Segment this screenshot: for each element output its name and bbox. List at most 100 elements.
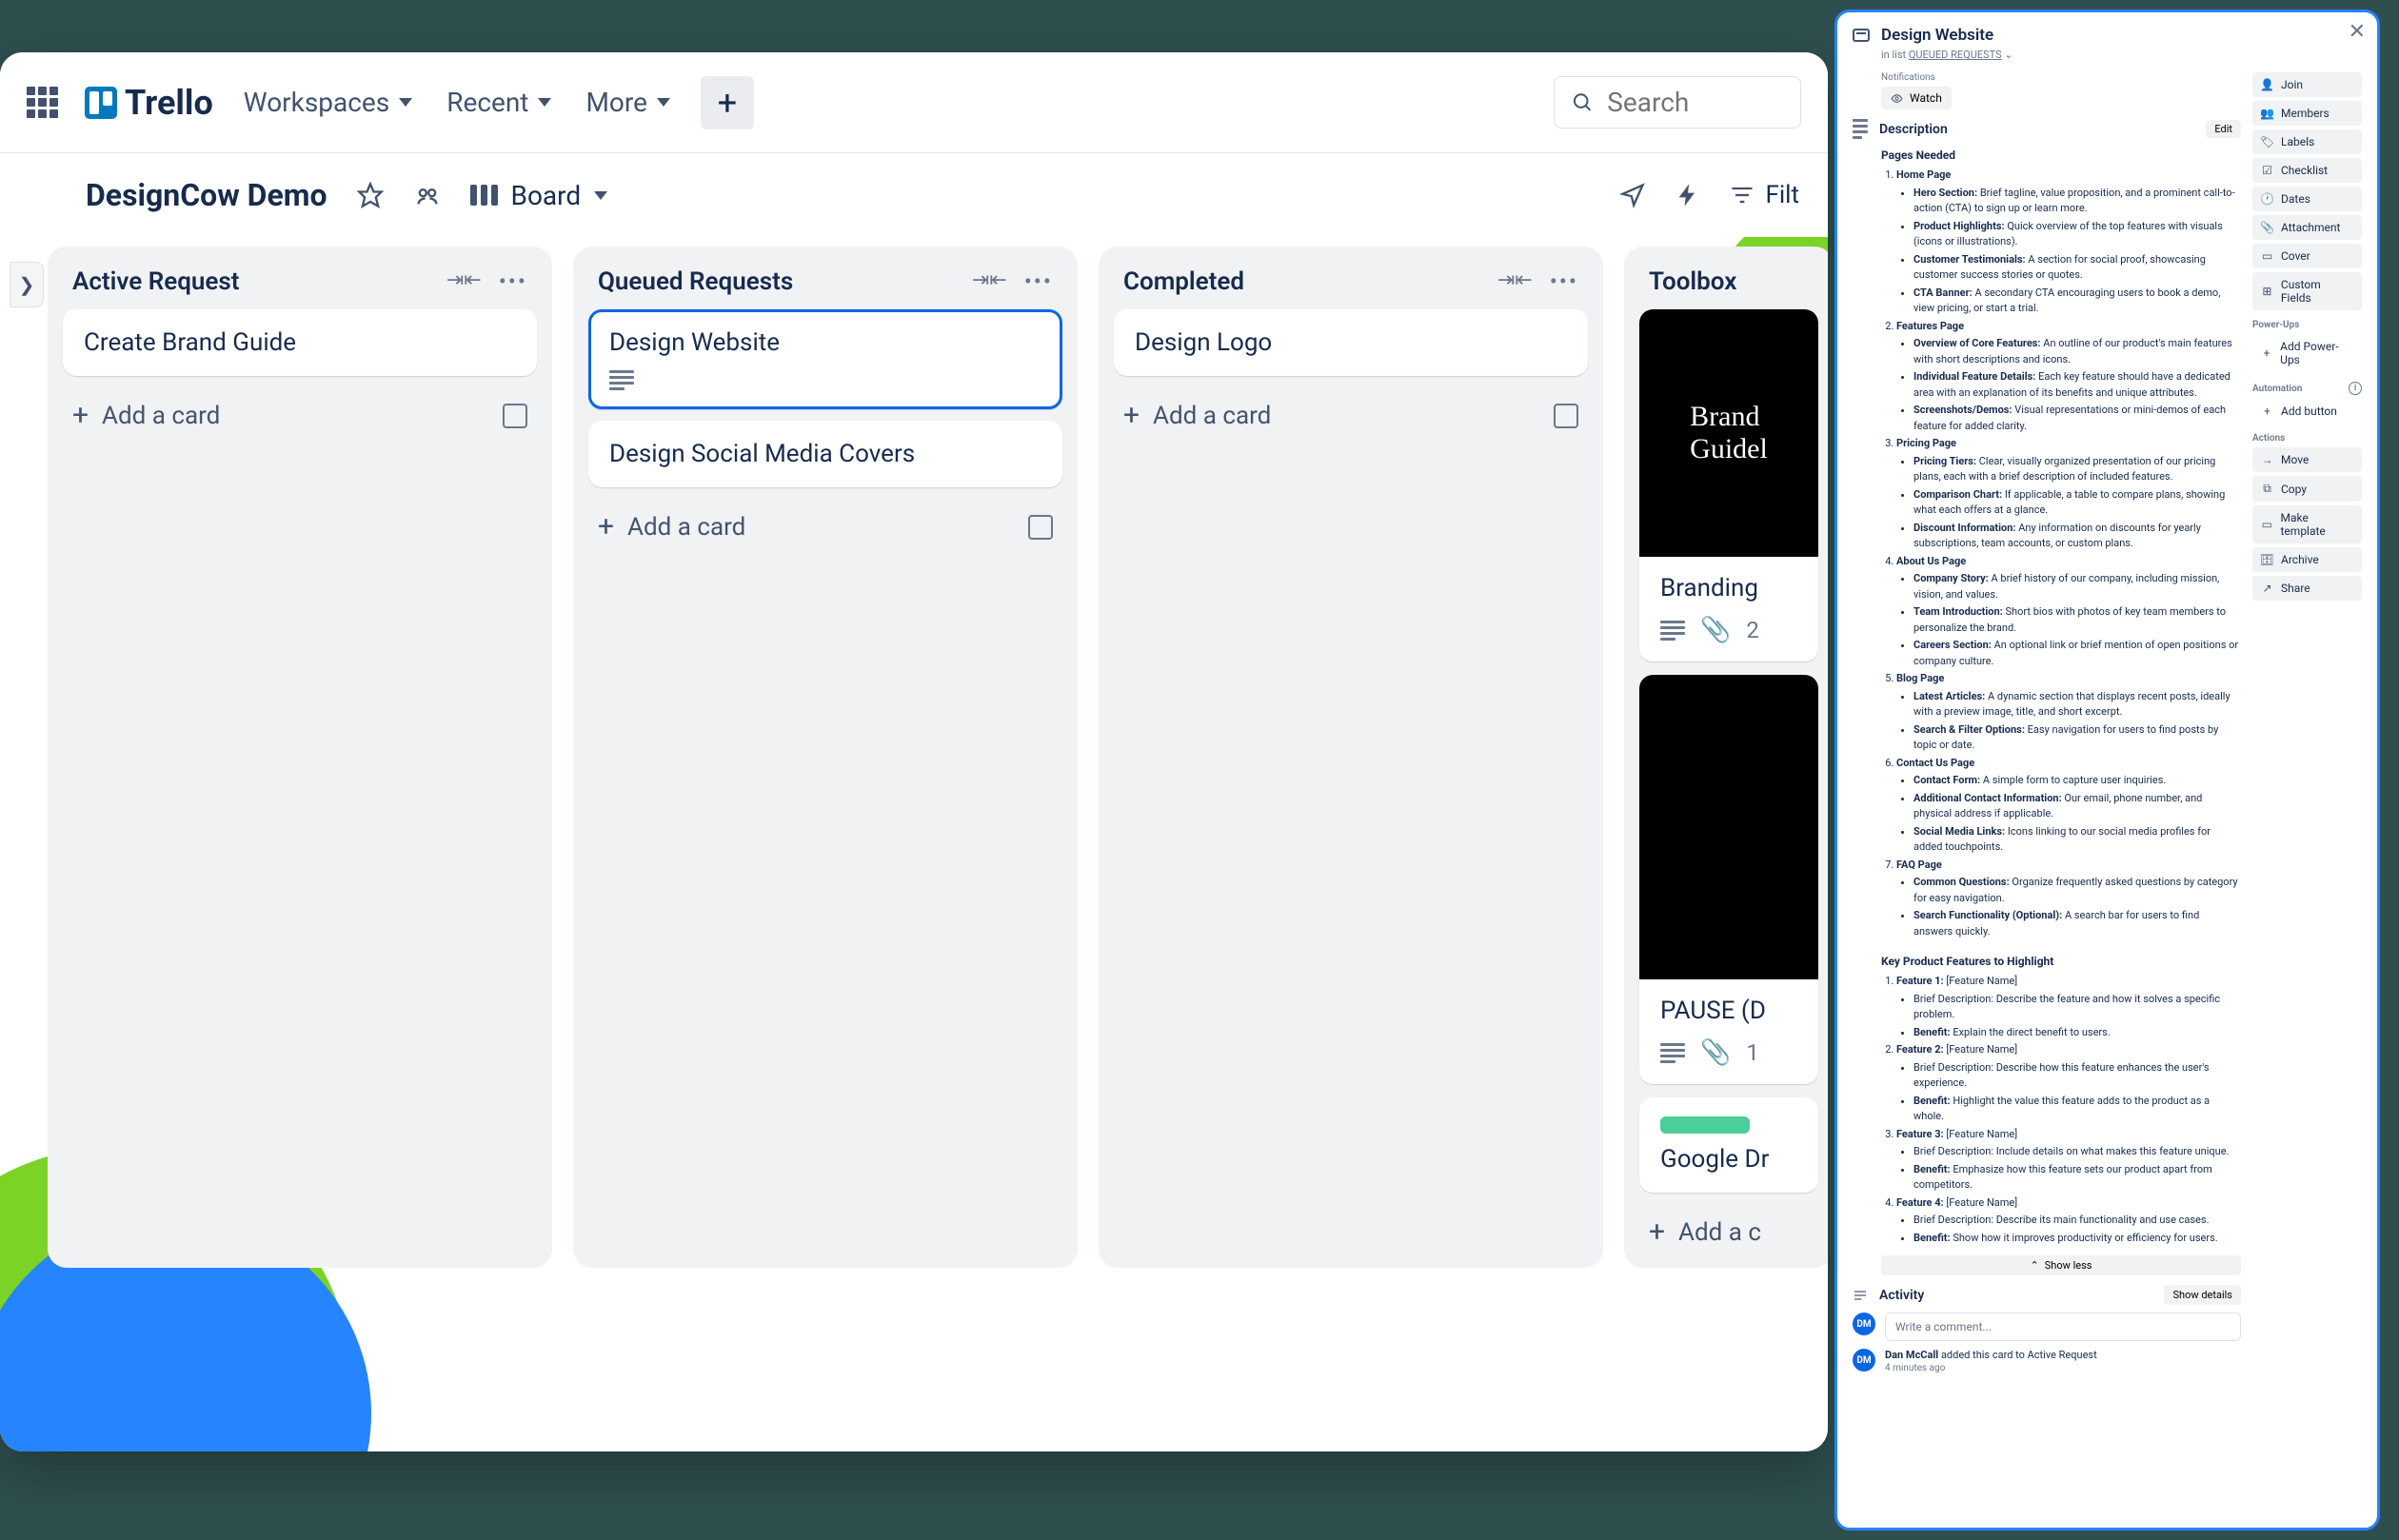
template-icon[interactable]: [503, 404, 527, 428]
logo[interactable]: Trello: [85, 83, 213, 123]
create-button[interactable]: +: [701, 76, 754, 129]
fields-icon: ⊞: [2261, 285, 2273, 298]
move-button[interactable]: →Move: [2252, 447, 2362, 472]
description-icon: [1853, 119, 1868, 139]
card-cover: BrandGuidel: [1639, 309, 1818, 557]
checklist-icon: ☑: [2261, 164, 2273, 177]
automation-icon[interactable]: [1674, 181, 1702, 209]
add-powerups-button[interactable]: +Add Power-Ups: [2252, 334, 2362, 372]
board-canvas: Active Request ⇥⇤••• Create Brand Guide …: [0, 237, 1828, 1451]
avatar[interactable]: DM: [1853, 1349, 1875, 1372]
list-title[interactable]: Queued Requests: [598, 267, 793, 296]
edit-button[interactable]: Edit: [2206, 120, 2241, 138]
card[interactable]: Design Logo: [1114, 309, 1588, 376]
board-header: DesignCow Demo Board Filt: [0, 153, 1828, 237]
list-title[interactable]: Toolbox: [1649, 267, 1736, 296]
add-card-button[interactable]: +Add a card: [588, 499, 1062, 547]
list-title[interactable]: Completed: [1123, 267, 1244, 296]
card[interactable]: Create Brand Guide: [63, 309, 537, 376]
board-title[interactable]: DesignCow Demo: [86, 177, 327, 213]
share-button[interactable]: ↗Share: [2252, 576, 2362, 601]
list-link[interactable]: QUEUED REQUESTS: [1909, 49, 2002, 61]
card-detail-modal: ✕ Design Website in list QUEUED REQUESTS…: [1834, 10, 2380, 1530]
attachment-button[interactable]: 📎Attachment: [2252, 215, 2362, 240]
attachment-icon: 📎: [1700, 616, 1731, 644]
nav-recent[interactable]: Recent: [443, 79, 555, 126]
watch-button[interactable]: Watch: [1881, 87, 1952, 109]
show-details-button[interactable]: Show details: [2164, 1285, 2241, 1305]
plus-icon: +: [1123, 399, 1140, 432]
card-selected[interactable]: Design Website: [588, 309, 1062, 409]
attachment-icon: 📎: [1700, 1038, 1731, 1067]
activity-icon: [1853, 1288, 1868, 1303]
chevron-down-icon: [399, 98, 412, 107]
list-menu-icon[interactable]: •••: [1024, 268, 1053, 295]
archive-button[interactable]: 🗄Archive: [2252, 547, 2362, 572]
sidebar-toggle[interactable]: ❯: [10, 262, 44, 307]
label-green: [1660, 1116, 1750, 1134]
dates-button[interactable]: 🕐Dates: [2252, 187, 2362, 211]
show-less-button[interactable]: ⌃Show less: [1881, 1255, 2241, 1275]
add-button-button[interactable]: +Add button: [2252, 399, 2362, 424]
list-menu-icon[interactable]: •••: [1550, 268, 1578, 295]
description-content[interactable]: Pages Needed Home Page Hero Section: Bri…: [1881, 147, 2241, 1246]
card-cover: [1639, 675, 1818, 979]
filters-button[interactable]: Filt: [1729, 181, 1799, 209]
app-window: ❯ Trello Workspaces Recent More + Design…: [0, 52, 1828, 1451]
template-icon[interactable]: [1028, 515, 1053, 540]
collapse-icon[interactable]: ⇥⇤: [1497, 268, 1533, 295]
actions-label: Actions: [2252, 433, 2362, 444]
card-title: Create Brand Guide: [84, 328, 516, 357]
join-button[interactable]: 👤Join: [2252, 72, 2362, 97]
star-icon[interactable]: [356, 181, 385, 209]
card-title: PAUSE (D: [1660, 997, 1797, 1025]
info-icon[interactable]: i: [2349, 382, 2362, 395]
rocket-icon[interactable]: [1618, 181, 1647, 209]
list-menu-icon[interactable]: •••: [499, 268, 527, 295]
search-box[interactable]: [1554, 76, 1801, 128]
copy-icon: ⧉: [2261, 482, 2273, 496]
custom-fields-button[interactable]: ⊞Custom Fields: [2252, 272, 2362, 310]
avatar[interactable]: DM: [1853, 1313, 1875, 1335]
members-button[interactable]: 👥Members: [2252, 101, 2362, 126]
user-icon: 👤: [2261, 78, 2273, 91]
chevron-down-icon[interactable]: ⌄: [2004, 49, 2012, 61]
collapse-icon[interactable]: ⇥⇤: [446, 268, 482, 295]
labels-button[interactable]: 🏷Labels: [2252, 129, 2362, 154]
description-badge-icon: [609, 370, 634, 390]
add-card-button[interactable]: +Add a c: [1639, 1204, 1818, 1253]
modal-title[interactable]: Design Website: [1881, 26, 1993, 45]
card[interactable]: PAUSE (D 📎 1: [1639, 675, 1818, 1084]
plus-icon: +: [2261, 346, 2272, 360]
visibility-icon[interactable]: [413, 181, 442, 209]
close-icon[interactable]: ✕: [2349, 20, 2366, 44]
card[interactable]: Google Dr: [1639, 1097, 1818, 1193]
template-icon[interactable]: [1554, 404, 1578, 428]
search-input[interactable]: [1607, 87, 1783, 118]
plus-icon: +: [1649, 1215, 1665, 1249]
cover-button[interactable]: ▭Cover: [2252, 244, 2362, 268]
topbar: Trello Workspaces Recent More +: [0, 52, 1828, 153]
checklist-button[interactable]: ☑Checklist: [2252, 158, 2362, 183]
list-title[interactable]: Active Request: [72, 267, 240, 296]
modal-list-location: in list QUEUED REQUESTS ⌄: [1881, 49, 2362, 61]
board-view-switcher[interactable]: Board: [470, 180, 608, 211]
attachment-count: 1: [1746, 1039, 1759, 1066]
label-icon: 🏷: [2261, 135, 2273, 148]
plus-icon: +: [2261, 405, 2273, 418]
comment-input[interactable]: Write a comment...: [1885, 1313, 2241, 1341]
list-queued-requests: Queued Requests ⇥⇤ ••• Design Website Des…: [573, 247, 1078, 1268]
copy-button[interactable]: ⧉Copy: [2252, 476, 2362, 502]
app-switcher-icon[interactable]: [27, 87, 58, 118]
collapse-icon[interactable]: ⇥⇤: [972, 268, 1007, 295]
make-template-button[interactable]: ▭Make template: [2252, 505, 2362, 543]
nav-more[interactable]: More: [582, 79, 674, 126]
nav-items: Workspaces Recent More: [240, 79, 674, 126]
add-card-button[interactable]: +Add a card: [1114, 387, 1588, 436]
list-active-request: Active Request ⇥⇤••• Create Brand Guide …: [48, 247, 552, 1268]
card[interactable]: Design Social Media Covers: [588, 421, 1062, 487]
card-icon: [1853, 29, 1870, 42]
nav-workspaces[interactable]: Workspaces: [240, 79, 416, 126]
card[interactable]: BrandGuidel Branding 📎2: [1639, 309, 1818, 661]
add-card-button[interactable]: +Add a card: [63, 387, 537, 436]
